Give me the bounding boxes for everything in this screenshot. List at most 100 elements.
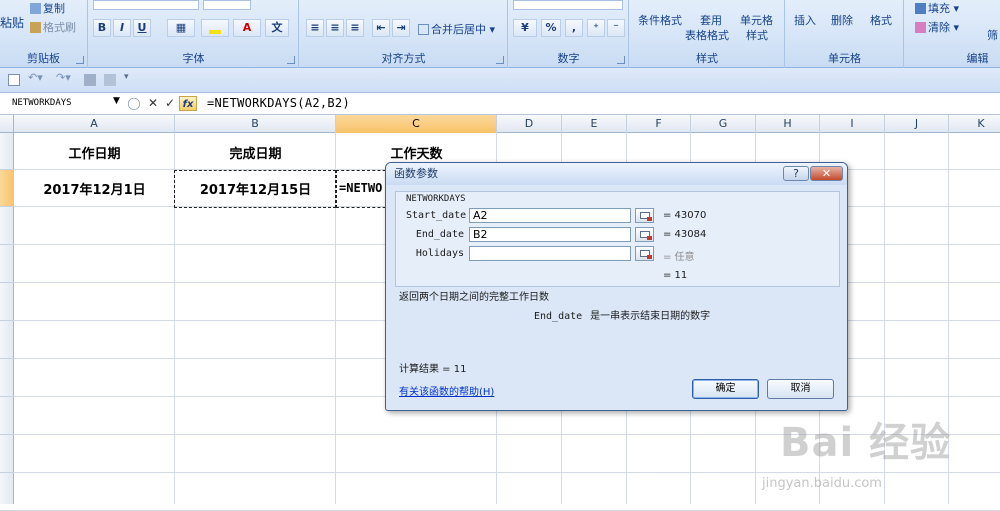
print-preview-icon[interactable]: [84, 74, 96, 86]
new-file-icon[interactable]: [8, 74, 20, 86]
ribbon: 粘贴 复制 格式刷 剪贴板 B I U ▦ A 文 字体 ≡ ≡ ≡ ⇤ ⇥ 合…: [0, 0, 1000, 68]
row-header[interactable]: [0, 321, 14, 359]
end-date-collapse-button[interactable]: [635, 227, 654, 242]
percent-button[interactable]: %: [541, 19, 561, 37]
column-header-a[interactable]: A: [14, 115, 175, 133]
row-header[interactable]: [0, 133, 14, 170]
phonetic-icon: 文: [271, 21, 283, 34]
format-button[interactable]: 格式: [870, 12, 892, 28]
cell-b1[interactable]: 完成日期: [175, 143, 336, 162]
row-header[interactable]: [0, 283, 14, 321]
row-header[interactable]: [0, 170, 14, 207]
fill-button[interactable]: 填充 ▾: [915, 0, 959, 16]
start-date-collapse-button[interactable]: [635, 208, 654, 223]
column-header-g[interactable]: G: [691, 115, 756, 133]
merge-center-button[interactable]: 合并后居中 ▾: [418, 21, 495, 37]
watermark-url: jingyan.baidu.com: [762, 476, 882, 491]
row-header[interactable]: [0, 473, 14, 511]
align-center-button[interactable]: ≡: [326, 19, 344, 37]
currency-button[interactable]: ¥: [513, 19, 537, 37]
copy-button[interactable]: 复制: [30, 0, 65, 16]
paste-button[interactable]: 粘贴: [0, 14, 24, 31]
comma-button[interactable]: ,: [565, 19, 583, 37]
cell-a1[interactable]: 工作日期: [14, 143, 175, 162]
format-as-table-button[interactable]: 套用: [700, 12, 722, 28]
align-left-button[interactable]: ≡: [306, 19, 324, 37]
align-left-icon: ≡: [310, 21, 320, 34]
number-format-select[interactable]: [513, 0, 623, 10]
select-all-corner[interactable]: [0, 115, 14, 133]
end-date-input[interactable]: B2: [469, 227, 631, 242]
underline-button[interactable]: U: [133, 19, 151, 37]
spelling-icon[interactable]: [104, 74, 116, 86]
ok-button[interactable]: 确定: [692, 379, 759, 399]
delete-button[interactable]: 删除: [831, 12, 853, 28]
undo-icon[interactable]: ↶▾: [28, 71, 43, 84]
row-header[interactable]: [0, 359, 14, 397]
cell-c1[interactable]: 工作天数: [336, 143, 497, 162]
row-header[interactable]: [0, 245, 14, 283]
align-right-icon: ≡: [350, 21, 360, 34]
decrease-decimal-button[interactable]: ⁻: [607, 19, 625, 37]
cell-styles-button[interactable]: 单元格: [740, 12, 773, 28]
italic-button[interactable]: I: [113, 19, 131, 37]
increase-decimal-button[interactable]: ⁺: [587, 19, 605, 37]
column-header-k[interactable]: K: [949, 115, 1000, 133]
indent-button[interactable]: ⇤: [372, 19, 390, 37]
dialog-launcher-icon[interactable]: [76, 56, 84, 64]
formula-input[interactable]: =NETWORKDAYS(A2,B2): [207, 96, 350, 110]
font-color-button[interactable]: A: [233, 19, 261, 37]
quick-access-toolbar: ↶▾ ↷▾ ▾: [0, 68, 1000, 93]
bold-button[interactable]: B: [93, 19, 111, 37]
holidays-collapse-button[interactable]: [635, 246, 654, 261]
font-launcher-icon[interactable]: [287, 56, 295, 64]
expand-icon[interactable]: ◯: [126, 96, 142, 111]
column-header-h[interactable]: H: [756, 115, 820, 133]
help-button[interactable]: ?: [783, 166, 809, 181]
start-date-input[interactable]: A2: [469, 208, 631, 223]
name-box[interactable]: NETWORKDAYS: [2, 95, 120, 112]
fill-color-button[interactable]: [201, 19, 229, 37]
border-button[interactable]: ▦: [167, 19, 195, 37]
parameter-description: End_date 是一串表示结束日期的数字: [534, 307, 710, 322]
copy-marquee-b2: [174, 170, 336, 208]
font-size-select[interactable]: [203, 0, 251, 10]
row-header[interactable]: [0, 207, 14, 245]
number-launcher-icon[interactable]: [617, 56, 625, 64]
number-label: 数字: [557, 52, 580, 65]
customize-qat-icon[interactable]: ▾: [124, 72, 136, 84]
insert-button[interactable]: 插入: [794, 12, 816, 28]
cancel-entry-icon[interactable]: ✕: [145, 96, 161, 111]
function-help-link[interactable]: 有关该函数的帮助(H): [399, 383, 494, 398]
close-button[interactable]: ✕: [810, 166, 843, 181]
conditional-format-button[interactable]: 条件格式: [638, 12, 682, 28]
start-date-result: = 43070: [663, 210, 707, 221]
column-header-j[interactable]: J: [885, 115, 949, 133]
fill-down-icon: [915, 3, 926, 14]
column-header-e[interactable]: E: [562, 115, 627, 133]
phonetic-button[interactable]: 文: [265, 19, 289, 37]
clear-button[interactable]: 清除 ▾: [915, 19, 959, 35]
cell-a2[interactable]: 2017年12月1日: [14, 179, 175, 198]
align-right-button[interactable]: ≡: [346, 19, 364, 37]
column-header-i[interactable]: I: [820, 115, 885, 133]
redo-icon[interactable]: ↷▾: [56, 71, 71, 84]
row-header[interactable]: [0, 397, 14, 435]
enter-icon[interactable]: ✓: [162, 96, 178, 111]
increase-decimal-icon: ⁺: [593, 21, 599, 34]
row-header[interactable]: [0, 435, 14, 473]
insert-function-icon[interactable]: fx: [179, 96, 197, 111]
cancel-button[interactable]: 取消: [767, 379, 834, 399]
outdent-button[interactable]: ⇥: [392, 19, 410, 37]
column-header-f[interactable]: F: [627, 115, 691, 133]
chevron-down-icon[interactable]: ▼: [113, 96, 120, 106]
sort-filter-button[interactable]: 筛: [987, 27, 998, 43]
format-painter-button[interactable]: 格式刷: [30, 19, 76, 35]
formula-result: = 11: [663, 270, 688, 281]
alignment-launcher-icon[interactable]: [496, 56, 504, 64]
column-header-c[interactable]: C: [336, 115, 497, 133]
column-header-b[interactable]: B: [175, 115, 336, 133]
font-name-select[interactable]: [93, 0, 199, 10]
holidays-input[interactable]: [469, 246, 631, 261]
column-header-d[interactable]: D: [497, 115, 562, 133]
